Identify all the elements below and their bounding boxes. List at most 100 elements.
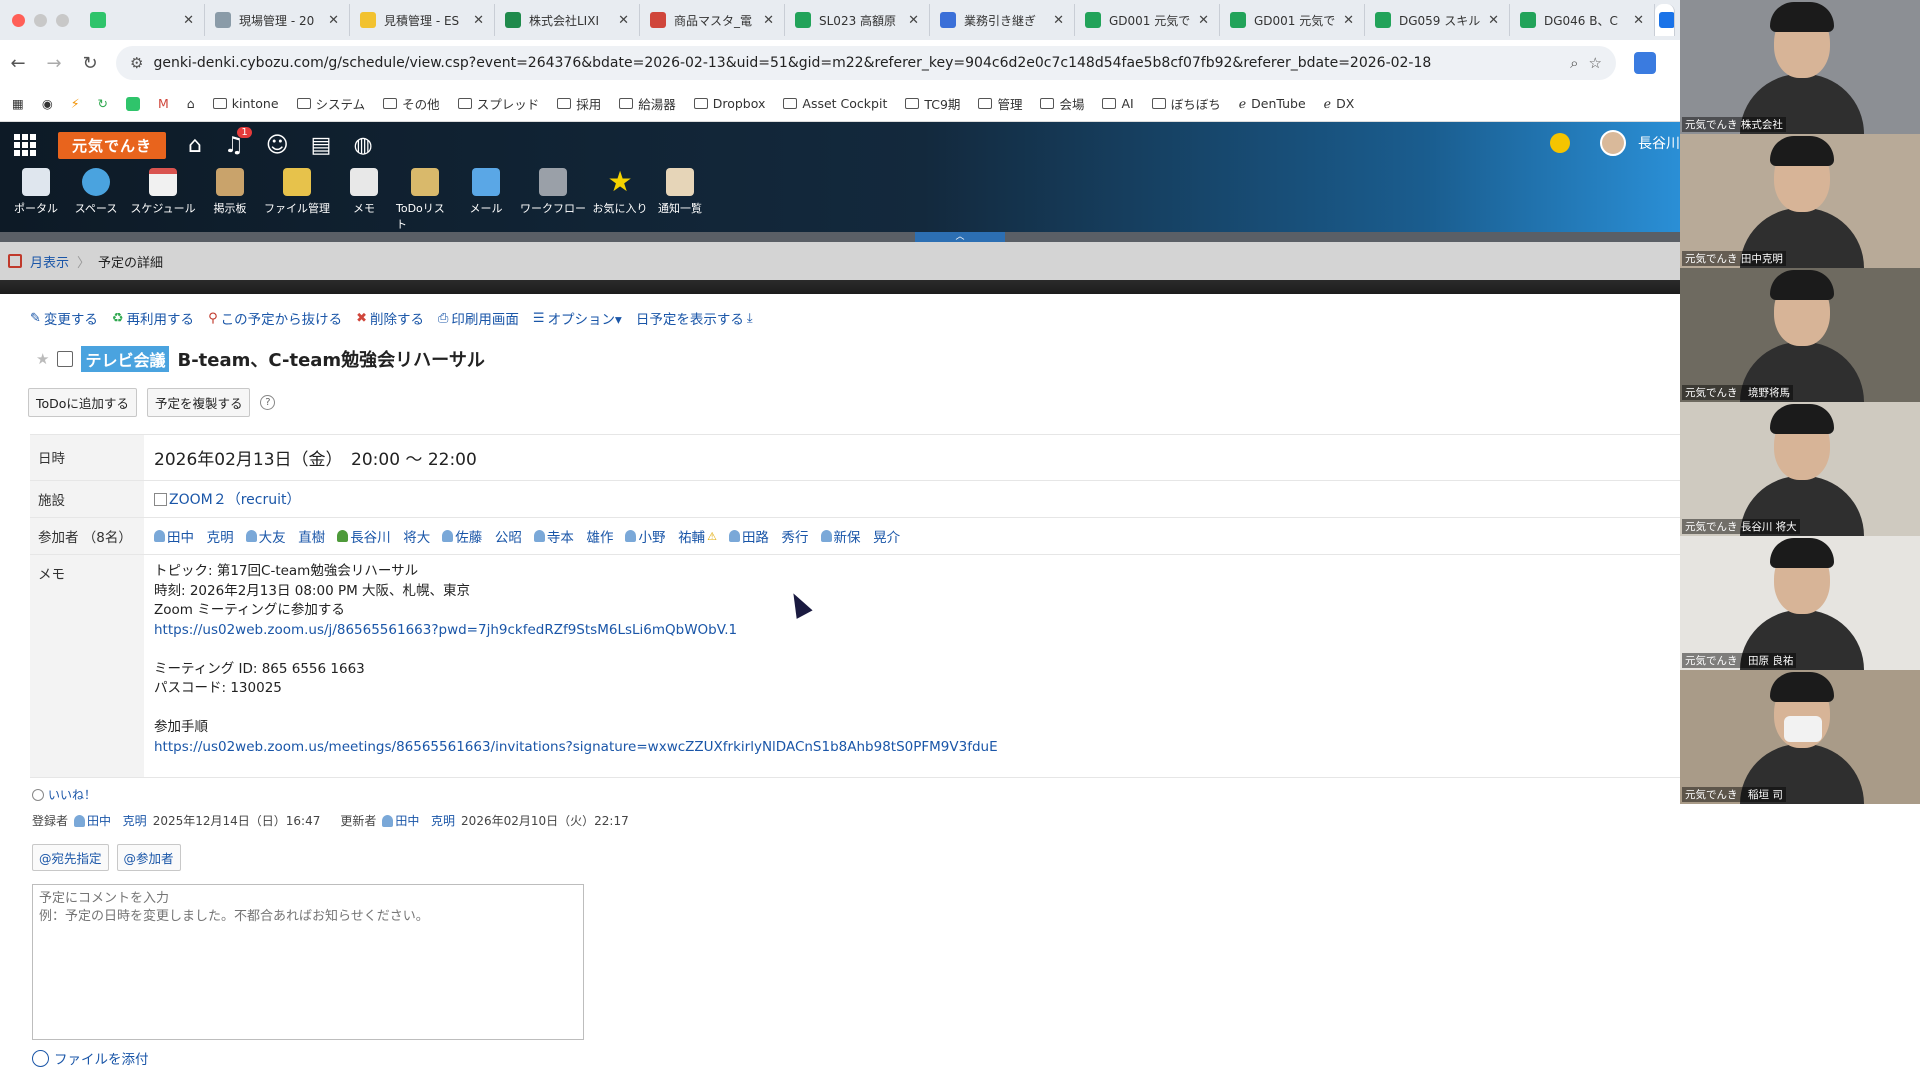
reload-icon[interactable]: ↻ xyxy=(72,53,108,74)
attach-file-link[interactable]: ファイルを添付 xyxy=(32,1048,149,1068)
app-files[interactable]: ファイル管理 xyxy=(262,168,332,232)
edit-link[interactable]: ✎ 変更する xyxy=(30,308,98,329)
browser-tab-active[interactable] xyxy=(1655,4,1675,36)
video-tile[interactable]: 元気でんき 境野将馬 xyxy=(1680,268,1920,402)
copy-event-button[interactable]: 予定を複製する xyxy=(146,388,251,417)
video-tile[interactable]: 元気でんき 田原 良祐 xyxy=(1680,536,1920,670)
home-icon[interactable]: ⌂ xyxy=(188,133,202,158)
close-icon[interactable]: ✕ xyxy=(473,13,484,28)
close-icon[interactable]: ✕ xyxy=(183,13,194,28)
minimize-window-button[interactable] xyxy=(34,13,47,27)
bookmark-link[interactable]: ℯ DX xyxy=(1324,96,1355,111)
participant[interactable]: 小野 祐輔 ⚠ xyxy=(625,526,717,546)
chat-bookmark-icon[interactable] xyxy=(126,96,140,111)
show-day-link[interactable]: 日予定を表示する ⤓ xyxy=(636,308,753,329)
print-link[interactable]: ⎙ 印刷用画面 xyxy=(438,308,519,329)
close-icon[interactable]: ✕ xyxy=(328,13,339,28)
bookmark-folder[interactable]: TC9期 xyxy=(905,94,960,113)
add-todo-button[interactable]: ToDoに追加する xyxy=(28,388,137,417)
bookmark-folder[interactable]: kintone xyxy=(212,96,279,111)
home-icon[interactable]: ⌂ xyxy=(187,96,195,111)
options-dropdown[interactable]: ☰ オプション▾ xyxy=(533,308,622,329)
bookmark-folder[interactable]: Dropbox xyxy=(693,96,765,111)
leave-event-link[interactable]: ⚲ この予定から抜ける xyxy=(208,308,342,329)
app-notifications[interactable]: 通知一覧 xyxy=(652,168,708,232)
help-icon[interactable]: ? xyxy=(260,395,276,410)
participant[interactable]: 寺本 雄作 xyxy=(533,526,613,546)
bookmark-folder[interactable]: 会場 xyxy=(1040,94,1084,113)
participant[interactable]: 大友 直樹 xyxy=(245,526,325,546)
comment-input[interactable] xyxy=(32,884,584,1040)
app-menu-icon[interactable] xyxy=(14,134,36,156)
close-icon[interactable]: ✕ xyxy=(1198,13,1209,28)
chevron-up-icon[interactable]: ︿ xyxy=(915,232,1005,242)
app-workflow[interactable]: ワークフロー xyxy=(518,168,588,232)
address-bar[interactable]: ⚙ genki-denki.cybozu.com/g/schedule/view… xyxy=(116,46,1616,80)
browser-tab[interactable]: SL023 高額原 ✕ xyxy=(785,4,930,36)
mention-to-button[interactable]: @宛先指定 xyxy=(32,844,109,871)
star-icon[interactable]: ★ xyxy=(36,350,49,368)
breadcrumb-month-view[interactable]: 月表示 xyxy=(30,252,69,271)
video-tile[interactable]: 元気でんき 稲垣 司 xyxy=(1680,670,1920,804)
zoom-icon[interactable]: ⌕ xyxy=(1570,54,1578,72)
close-icon[interactable]: ✕ xyxy=(763,13,774,28)
close-icon[interactable]: ✕ xyxy=(908,13,919,28)
bookmark-folder[interactable]: その他 xyxy=(383,94,440,113)
smiley-icon[interactable]: ☺ xyxy=(266,133,289,158)
browser-tab[interactable]: GD001 元気で ✕ xyxy=(1075,4,1220,36)
refresh-bookmark-icon[interactable]: ↻ xyxy=(98,96,108,111)
maximize-window-button[interactable] xyxy=(56,13,69,27)
browser-tab[interactable]: 見積管理 - ES ✕ xyxy=(350,4,495,36)
forward-icon[interactable]: → xyxy=(36,53,72,74)
browser-tab[interactable]: 株式会社LIXI ✕ xyxy=(495,4,640,36)
site-info-icon[interactable]: ⚙ xyxy=(130,54,143,72)
close-icon[interactable]: ✕ xyxy=(618,13,629,28)
back-icon[interactable]: ← xyxy=(0,53,36,74)
participant[interactable]: 長谷川 将大 xyxy=(337,526,430,546)
close-icon[interactable]: ✕ xyxy=(1633,13,1644,28)
bookmark-folder[interactable]: スプレッド xyxy=(457,94,539,113)
app-todo[interactable]: ToDoリスト xyxy=(396,168,454,232)
app-bulletin[interactable]: 掲示板 xyxy=(202,168,258,232)
apps-grid-icon[interactable]: ▦ xyxy=(12,96,24,111)
zoom-invitation-link[interactable]: https://us02web.zoom.us/meetings/8656556… xyxy=(154,739,998,755)
extension-icon[interactable] xyxy=(1634,52,1656,74)
bookmark-folder[interactable]: システム xyxy=(296,94,365,113)
video-tile[interactable]: 元気でんき 長谷川 将大 xyxy=(1680,402,1920,536)
bookmark-folder[interactable]: 採用 xyxy=(557,94,601,113)
facility-link[interactable]: ZOOM２（recruit） xyxy=(154,489,1670,509)
bookmark-folder[interactable]: ぼちぼち xyxy=(1151,94,1221,113)
bookmark-link[interactable]: ℯ DenTube xyxy=(1239,96,1306,111)
reuse-link[interactable]: ♻ 再利用する xyxy=(112,308,194,329)
app-memo[interactable]: メモ xyxy=(336,168,392,232)
layout-icon[interactable]: ▤ xyxy=(311,133,332,158)
updated-user-link[interactable]: 田中 克明 xyxy=(382,812,455,829)
globe-icon[interactable]: ◍ xyxy=(353,133,372,158)
close-window-button[interactable] xyxy=(12,13,25,27)
bookmark-folder[interactable]: Asset Cockpit xyxy=(783,96,887,111)
video-tile[interactable]: 元気でんき 株式会社 xyxy=(1680,0,1920,134)
browser-tab[interactable]: DG046 B、C ✕ xyxy=(1510,4,1655,36)
bolt-icon[interactable]: ⚡ xyxy=(71,96,80,111)
app-space[interactable]: スペース xyxy=(68,168,124,232)
browser-tab[interactable]: 業務引き継ぎ ✕ xyxy=(930,4,1075,36)
browser-tab[interactable]: ✕ xyxy=(80,4,205,36)
registered-user-link[interactable]: 田中 克明 xyxy=(74,812,147,829)
delete-link[interactable]: ✖ 削除する xyxy=(356,308,424,329)
url-text[interactable]: genki-denki.cybozu.com/g/schedule/view.c… xyxy=(153,55,1560,71)
video-tile[interactable]: 元気でんき 田中克明 xyxy=(1680,134,1920,268)
browser-tab[interactable]: DG059 スキル ✕ xyxy=(1365,4,1510,36)
zoom-join-link[interactable]: https://us02web.zoom.us/j/86565561663?pw… xyxy=(154,622,737,638)
bell-icon[interactable]: ♫ 1 xyxy=(224,126,252,158)
browser-tab[interactable]: 現場管理 - 20 ✕ xyxy=(205,4,350,36)
user-name[interactable]: 長谷川 xyxy=(1638,133,1680,153)
status-icon[interactable] xyxy=(1550,133,1570,153)
close-icon[interactable]: ✕ xyxy=(1053,13,1064,28)
participant[interactable]: 田中 克明 xyxy=(154,526,234,546)
browser-tab[interactable]: GD001 元気で ✕ xyxy=(1220,4,1365,36)
bookmark-folder[interactable]: 給湯器 xyxy=(619,94,676,113)
gmail-icon[interactable]: M xyxy=(158,96,169,111)
app-mail[interactable]: メール xyxy=(458,168,514,232)
participant[interactable]: 新保 晃介 xyxy=(820,526,900,546)
like-button[interactable]: いいね！ xyxy=(32,786,96,803)
